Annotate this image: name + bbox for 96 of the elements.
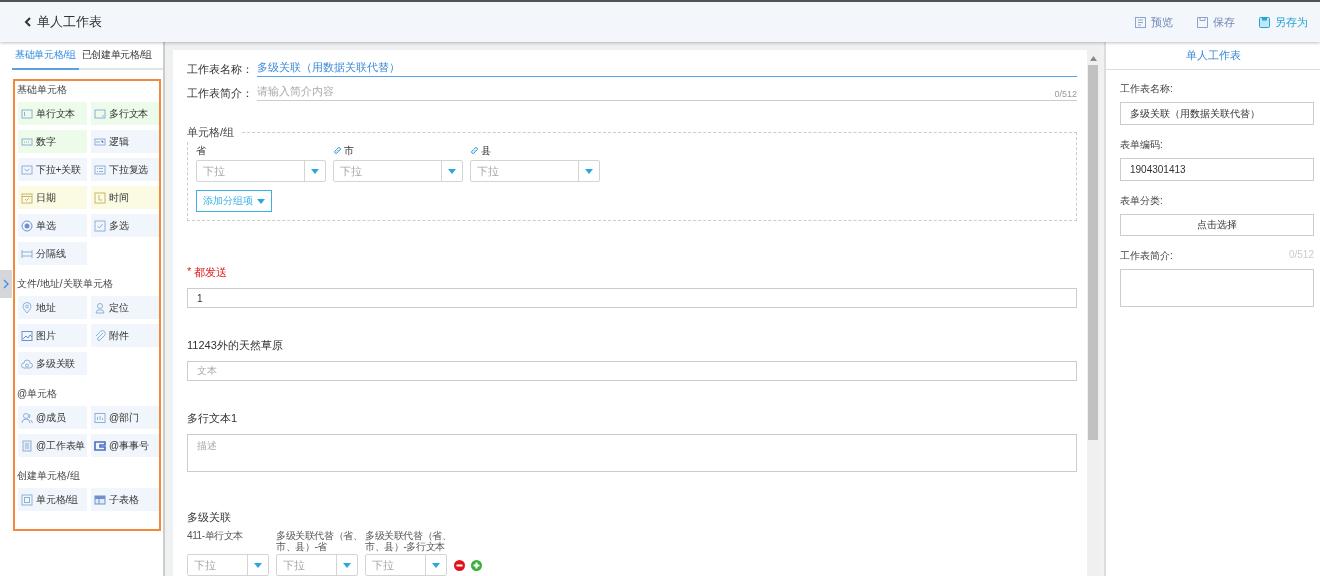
text-field[interactable]: 1904301413 (1120, 158, 1314, 181)
dropdown-icon (21, 163, 33, 176)
link-icon (470, 146, 479, 155)
cell-type-tile[interactable]: 定位 (91, 296, 159, 319)
field-label: 表单分类: (1120, 194, 1163, 208)
image-icon (21, 329, 33, 342)
radio-icon (21, 219, 33, 232)
caret-icon (448, 168, 456, 174)
number-icon (21, 135, 33, 148)
location-pin-icon (21, 301, 33, 314)
cell-type-tile[interactable]: 子表格 (91, 488, 159, 511)
people-icon (21, 411, 33, 424)
chevron-right-icon (3, 279, 9, 289)
field-label: 工作表名称: (1120, 82, 1173, 96)
cell-type-tile[interactable]: 逻辑 (91, 130, 159, 153)
list-icon (94, 163, 106, 176)
cell-type-tile[interactable]: @工作表单 (18, 434, 87, 457)
field-label: 工作表简介: (1120, 249, 1173, 263)
group-title: 单元格/组 (187, 125, 236, 140)
scroll-up-icon[interactable] (1089, 56, 1097, 61)
caret-icon (311, 168, 319, 174)
link-icon (333, 146, 342, 155)
group-title: 基础单元格 (17, 83, 68, 97)
text-field[interactable]: 1 (187, 288, 1077, 308)
calendar-icon (21, 191, 33, 204)
logic-icon (94, 135, 106, 148)
required-mark: * (187, 265, 192, 279)
panel-tab[interactable]: 基础单元格/组 (12, 42, 79, 70)
tag-icon (94, 439, 106, 452)
field-label: 表单编码: (1120, 138, 1163, 152)
cell-type-tile[interactable]: 多行文本 (91, 102, 159, 125)
cloud-icon (21, 357, 33, 370)
text-field[interactable]: 多级关联（用数据关联代替） (1120, 102, 1314, 125)
cell-type-tile[interactable]: 图片 (18, 324, 87, 347)
cell-type-tile[interactable]: 多级关联 (18, 352, 87, 375)
group-icon (21, 493, 33, 506)
cell-type-tile[interactable]: 多选 (91, 214, 159, 237)
cell-type-tile[interactable]: 日期 (18, 186, 87, 209)
caret-icon (432, 562, 440, 568)
save-button[interactable]: 保存 (1195, 12, 1237, 32)
cell-type-tile[interactable]: 时间 (91, 186, 159, 209)
textarea-icon (94, 107, 106, 120)
field-label: 多级关联 (187, 510, 231, 525)
cell-type-tile[interactable]: 数字 (18, 130, 87, 153)
column-label: 多级关联代替（省、市、县）-多行文本 (365, 530, 452, 552)
preview-button[interactable]: 预览 (1133, 12, 1175, 32)
field-label: 工作表名称： (187, 62, 253, 77)
cell-type-tile[interactable]: 单元格/组 (18, 488, 87, 511)
field-label: 都发送 (194, 265, 228, 280)
person-pin-icon (94, 301, 106, 314)
field-label: 多行文本1 (187, 411, 238, 426)
cell-type-tile[interactable]: 下拉复选 (91, 158, 159, 181)
save-as-icon (1259, 16, 1270, 28)
cell-type-tile[interactable]: @部门 (91, 406, 159, 429)
group-title: 文件/地址/关联单元格 (17, 277, 114, 291)
remove-icon[interactable] (454, 559, 465, 571)
group-title: 创建单元格/组 (17, 469, 81, 483)
text-field-icon (21, 107, 33, 120)
cell-type-tile[interactable]: 地址 (18, 296, 87, 319)
textarea-field[interactable] (1120, 269, 1314, 307)
document-icon (21, 439, 33, 452)
panel-tab[interactable]: 已创建单元格/组 (78, 42, 156, 70)
title-field[interactable]: 多级关联（用数据关联代替） (257, 60, 1077, 77)
save-icon (1197, 16, 1208, 28)
checkbox-icon (94, 219, 106, 232)
column-label: 市 (344, 143, 354, 158)
back-button[interactable]: 单人工作表 (22, 11, 104, 33)
column-label: 省 (196, 143, 206, 158)
cell-type-tile[interactable]: @成员 (18, 406, 87, 429)
group-title: @单元格 (17, 387, 59, 401)
field-label: 11243外的天然草原 (187, 338, 283, 353)
cell-type-tile[interactable]: 单行文本 (18, 102, 87, 125)
caret-icon (254, 562, 262, 568)
divider-icon (21, 247, 33, 260)
table-icon (94, 493, 106, 506)
cell-type-tile[interactable]: 附件 (91, 324, 159, 347)
column-label: 411-单行文本 (187, 530, 245, 543)
column-label: 县 (481, 143, 491, 158)
caret-icon (257, 198, 265, 204)
expand-handle[interactable] (0, 270, 12, 298)
paperclip-icon (94, 329, 106, 342)
back-chevron-icon (24, 17, 31, 27)
preview-icon (1135, 16, 1146, 28)
cell-type-tile[interactable]: 分隔线 (18, 242, 87, 265)
cell-type-tile[interactable]: @事事号 (91, 434, 159, 457)
select-category-button[interactable]: 点击选择 (1120, 214, 1314, 236)
add-icon[interactable] (471, 559, 482, 571)
panel-title: 单人工作表 (1185, 48, 1241, 63)
chart-icon (94, 411, 106, 424)
cell-type-tile[interactable]: 下拉+关联 (18, 158, 87, 181)
cell-type-tile[interactable]: 单选 (18, 214, 87, 237)
column-label: 多级关联代替（省、市、县）-省 (276, 530, 363, 552)
caret-icon (343, 562, 351, 568)
field-label: 工作表简介： (187, 86, 253, 101)
caret-icon (585, 168, 593, 174)
clock-icon (94, 191, 106, 204)
